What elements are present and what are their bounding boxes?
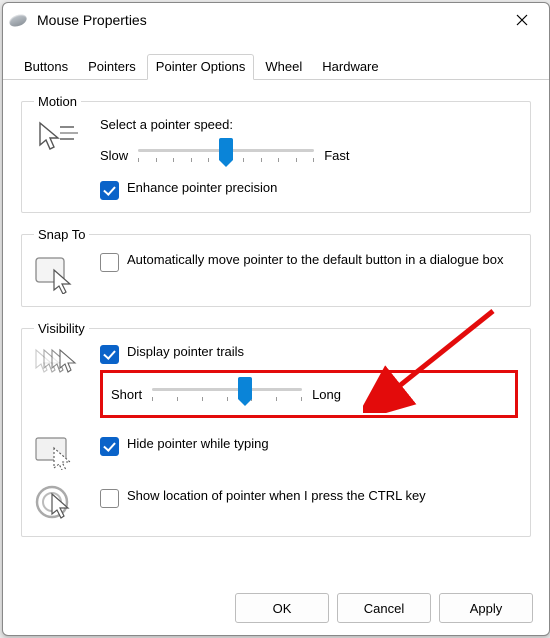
ok-button[interactable]: OK xyxy=(235,593,329,623)
mouse-icon xyxy=(8,12,29,28)
tab-pointer-options[interactable]: Pointer Options xyxy=(147,54,255,80)
apply-button[interactable]: Apply xyxy=(439,593,533,623)
snapto-checkbox[interactable] xyxy=(100,253,119,272)
titlebar: Mouse Properties xyxy=(3,3,549,37)
ctrl-locate-label: Show location of pointer when I press th… xyxy=(127,488,426,505)
group-snapto: Snap To Automatically move pointer to th… xyxy=(21,227,531,307)
pointer-speed-label: Select a pointer speed: xyxy=(100,117,518,132)
pointer-trails-slider[interactable] xyxy=(152,379,302,409)
tab-strip: ButtonsPointersPointer OptionsWheelHardw… xyxy=(3,53,549,80)
tab-body: Motion Select a pointer speed: xyxy=(3,80,549,537)
enhance-precision-checkbox[interactable] xyxy=(100,181,119,200)
close-button[interactable] xyxy=(501,6,543,34)
pointer-speed-icon xyxy=(34,121,80,155)
ctrl-locate-checkbox[interactable] xyxy=(100,489,119,508)
trails-short-label: Short xyxy=(111,387,142,402)
hide-pointer-label: Hide pointer while typing xyxy=(127,436,269,453)
group-motion: Motion Select a pointer speed: xyxy=(21,94,531,213)
tab-pointers[interactable]: Pointers xyxy=(79,54,145,80)
pointer-trails-icon xyxy=(34,348,84,384)
mouse-properties-dialog: Mouse Properties ButtonsPointersPointer … xyxy=(2,2,550,636)
tab-hardware[interactable]: Hardware xyxy=(313,54,387,80)
group-legend-visibility: Visibility xyxy=(34,321,89,336)
hide-pointer-checkbox[interactable] xyxy=(100,437,119,456)
pointer-trails-checkbox[interactable] xyxy=(100,345,119,364)
speed-slow-label: Slow xyxy=(100,148,128,163)
enhance-precision-label: Enhance pointer precision xyxy=(127,180,277,197)
group-legend-snapto: Snap To xyxy=(34,227,89,242)
snapto-icon xyxy=(34,254,78,294)
tab-wheel[interactable]: Wheel xyxy=(256,54,311,80)
cancel-button[interactable]: Cancel xyxy=(337,593,431,623)
speed-fast-label: Fast xyxy=(324,148,349,163)
close-icon xyxy=(516,14,528,26)
pointer-speed-slider[interactable] xyxy=(138,140,314,170)
group-legend-motion: Motion xyxy=(34,94,81,109)
dialog-buttons: OK Cancel Apply xyxy=(235,593,533,623)
ctrl-locate-icon xyxy=(34,484,78,524)
tab-buttons[interactable]: Buttons xyxy=(15,54,77,80)
trails-long-label: Long xyxy=(312,387,341,402)
group-visibility: Visibility Dis xyxy=(21,321,531,537)
hide-pointer-icon xyxy=(34,434,78,470)
pointer-trails-label: Display pointer trails xyxy=(127,344,244,361)
window-title: Mouse Properties xyxy=(33,12,501,28)
trails-highlight-box: Short Long xyxy=(100,370,518,418)
snapto-label: Automatically move pointer to the defaul… xyxy=(127,252,504,269)
